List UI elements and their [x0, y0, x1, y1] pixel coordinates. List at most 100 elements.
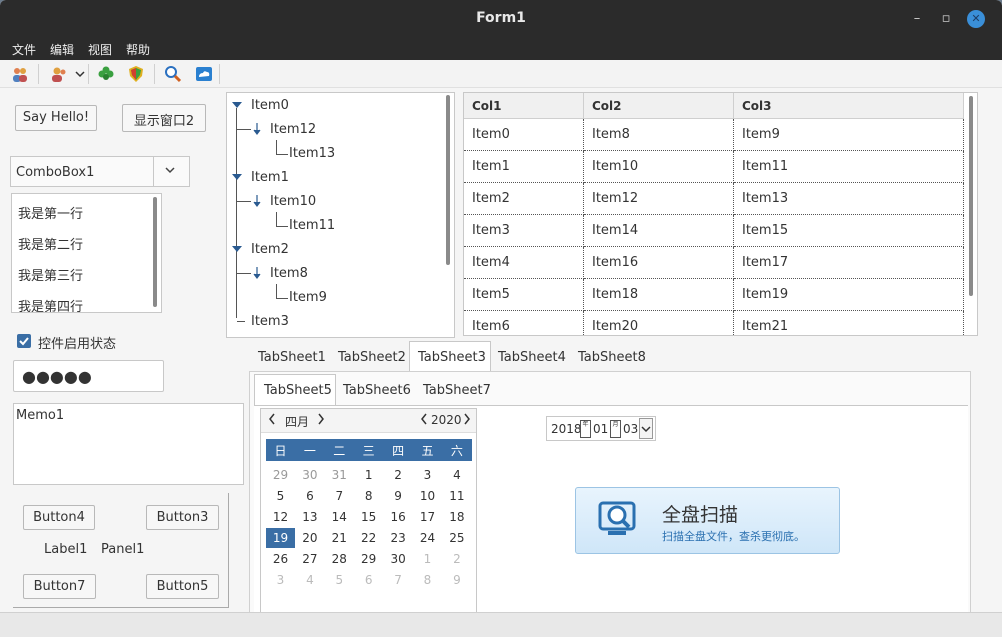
memo-textarea[interactable]: Memo1 — [13, 403, 244, 485]
date-picker[interactable]: 2018 年 01 月 03 — [546, 416, 656, 441]
chevron-down-icon[interactable] — [163, 163, 177, 181]
calendar-day[interactable]: 31 — [325, 465, 354, 485]
minimize-button[interactable]: – — [908, 10, 926, 28]
cloud-icon[interactable] — [195, 65, 213, 83]
prev-year-icon[interactable] — [419, 412, 429, 430]
tree-node[interactable]: Item10 — [270, 194, 316, 209]
next-year-icon[interactable] — [462, 412, 472, 430]
grid-cell[interactable]: Item15 — [734, 215, 964, 247]
calendar-day[interactable]: 9 — [384, 486, 413, 506]
list-item[interactable]: 我是第四行 — [18, 296, 83, 312]
grid-cell[interactable]: Item8 — [584, 119, 734, 151]
menu-view[interactable]: 视图 — [88, 41, 112, 58]
tree-expand-icon[interactable] — [231, 173, 243, 181]
grid-cell[interactable]: Item2 — [464, 183, 584, 215]
calendar-day[interactable]: 3 — [266, 570, 295, 590]
calendar-day[interactable]: 26 — [266, 549, 295, 569]
date-dropdown-button[interactable] — [639, 418, 653, 439]
grid-cell[interactable]: Item3 — [464, 215, 584, 247]
calendar-day[interactable]: 22 — [354, 528, 383, 548]
grid-cell[interactable]: Item11 — [734, 151, 964, 183]
tab-tabsheet2[interactable]: TabSheet2 — [338, 350, 406, 365]
tree-node[interactable]: Item9 — [289, 290, 327, 305]
grid-cell[interactable]: Item18 — [584, 279, 734, 311]
calendar-day[interactable]: 5 — [325, 570, 354, 590]
tree-node[interactable]: Item12 — [270, 122, 316, 137]
calendar-day[interactable]: 20 — [295, 528, 324, 548]
button4[interactable]: Button4 — [23, 505, 95, 530]
tree-expand-icon[interactable] — [231, 101, 243, 109]
button3[interactable]: Button3 — [146, 505, 219, 530]
calendar-day[interactable]: 2 — [442, 549, 471, 569]
calendar-day[interactable]: 16 — [384, 507, 413, 527]
grid-cell[interactable]: Item16 — [584, 247, 734, 279]
calendar-day[interactable]: 18 — [442, 507, 471, 527]
combobox[interactable]: ComboBox1 — [10, 156, 190, 187]
calendar-day[interactable]: 7 — [384, 570, 413, 590]
menu-file[interactable]: 文件 — [12, 41, 36, 58]
calendar-day[interactable]: 6 — [295, 486, 324, 506]
button5[interactable]: Button5 — [146, 574, 219, 599]
calendar-day[interactable]: 30 — [295, 465, 324, 485]
calendar-day[interactable]: 4 — [442, 465, 471, 485]
calendar-day[interactable]: 9 — [442, 570, 471, 590]
grid-cell[interactable]: Item12 — [584, 183, 734, 215]
user-dropdown-icon[interactable] — [50, 65, 68, 83]
grid-cell[interactable]: Item13 — [734, 183, 964, 215]
grid-cell[interactable]: Item21 — [734, 311, 964, 335]
grid-cell[interactable]: Item14 — [584, 215, 734, 247]
calendar-day-selected[interactable]: 19 — [266, 528, 295, 548]
title-bar[interactable]: Form1 – ▫ ✕ — [0, 0, 1002, 38]
calendar-day[interactable]: 30 — [384, 549, 413, 569]
grid-cell[interactable]: Item6 — [464, 311, 584, 335]
calendar-day[interactable]: 11 — [442, 486, 471, 506]
calendar-day[interactable]: 4 — [295, 570, 324, 590]
grid-cell[interactable]: Item0 — [464, 119, 584, 151]
grid-cell[interactable]: Item10 — [584, 151, 734, 183]
calendar-day[interactable]: 29 — [354, 549, 383, 569]
calendar-day[interactable]: 1 — [354, 465, 383, 485]
calendar-day[interactable]: 14 — [325, 507, 354, 527]
tab-tabsheet4[interactable]: TabSheet4 — [498, 350, 566, 365]
restore-button[interactable]: ▫ — [937, 10, 955, 28]
close-button[interactable]: ✕ — [967, 10, 985, 28]
listbox[interactable]: 我是第一行 我是第二行 我是第三行 我是第四行 — [11, 193, 162, 313]
calendar-day[interactable]: 13 — [295, 507, 324, 527]
date-day[interactable]: 03 — [623, 422, 638, 436]
grid-cell[interactable]: Item9 — [734, 119, 964, 151]
calendar-day[interactable]: 29 — [266, 465, 295, 485]
tab-tabsheet5[interactable]: TabSheet5 — [254, 374, 336, 405]
date-month[interactable]: 01 — [593, 422, 608, 436]
grid-cell[interactable]: Item19 — [734, 279, 964, 311]
calendar-day[interactable]: 6 — [354, 570, 383, 590]
calendar-day[interactable]: 3 — [413, 465, 442, 485]
list-item[interactable]: 我是第一行 — [18, 203, 83, 222]
tree-view[interactable]: Item0 Item12 Item13 Item1 Item10 Item11 … — [226, 92, 455, 338]
calendar-day[interactable]: 17 — [413, 507, 442, 527]
tree-node[interactable]: Item13 — [289, 146, 335, 161]
listbox-scrollbar[interactable] — [153, 197, 157, 307]
calendar-day[interactable]: 5 — [266, 486, 295, 506]
tree-node[interactable]: Item2 — [251, 242, 289, 257]
calendar[interactable]: 四月 2020 日一二三四五六 29 30 31 1 2 3 4 5 6 7 8 9 10 11 12 13 14… — [260, 408, 477, 614]
say-hello-button[interactable]: Say Hello! — [15, 105, 97, 131]
calendar-day[interactable]: 24 — [413, 528, 442, 548]
grid-cell[interactable]: Item5 — [464, 279, 584, 311]
full-scan-button[interactable]: 全盘扫描 扫描全盘文件，查杀更彻底。 — [575, 487, 840, 554]
clover-icon[interactable] — [97, 65, 115, 83]
tab-tabsheet1[interactable]: TabSheet1 — [258, 350, 326, 365]
tab-tabsheet7[interactable]: TabSheet7 — [423, 383, 491, 398]
calendar-day[interactable]: 21 — [325, 528, 354, 548]
tree-expand-icon[interactable] — [253, 267, 261, 279]
search-icon[interactable] — [164, 65, 182, 83]
calendar-day[interactable]: 28 — [325, 549, 354, 569]
calendar-day[interactable]: 27 — [295, 549, 324, 569]
grid-scrollbar[interactable] — [969, 96, 973, 296]
calendar-day[interactable]: 8 — [354, 486, 383, 506]
tree-expand-icon[interactable] — [253, 195, 261, 207]
password-input[interactable]: ●●●●● — [13, 360, 164, 392]
next-month-icon[interactable] — [316, 412, 326, 430]
calendar-day[interactable]: 2 — [384, 465, 413, 485]
show-window2-button[interactable]: 显示窗口2 — [122, 104, 206, 132]
tab-tabsheet8[interactable]: TabSheet8 — [578, 350, 646, 365]
